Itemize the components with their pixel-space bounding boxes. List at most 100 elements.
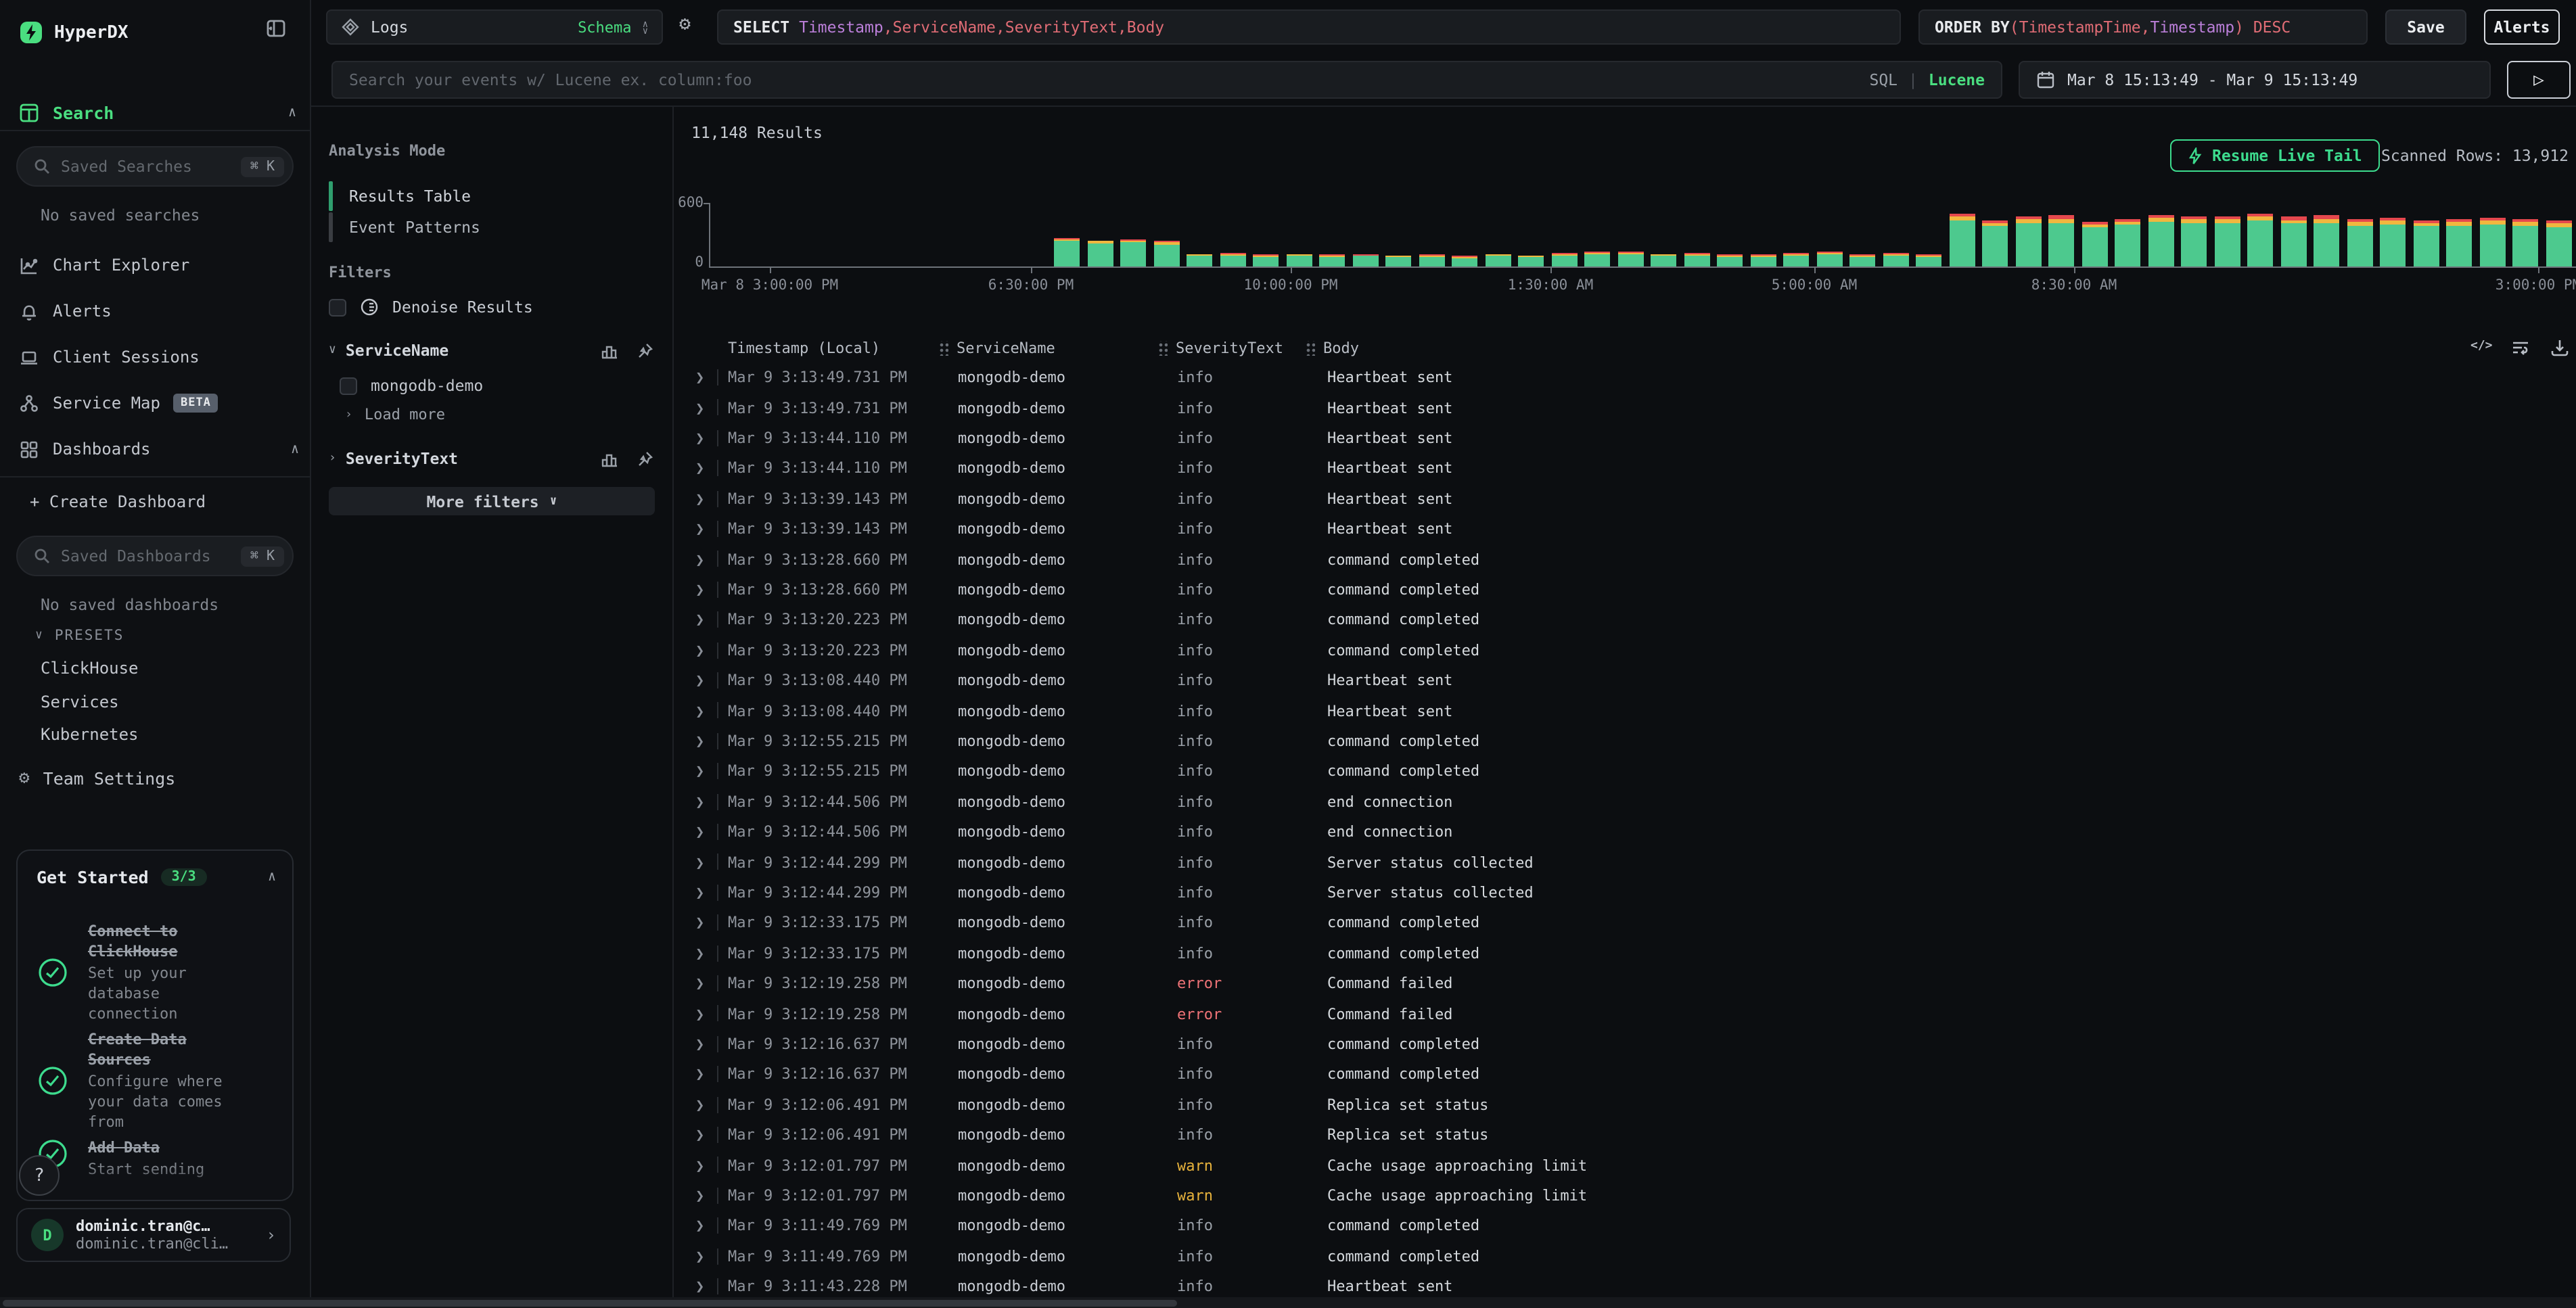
log-row[interactable]: ❯Mar 9 3:13:49.731 PMmongodb-demoinfoHea… [674,393,2576,423]
wrap-lines-icon[interactable] [2511,338,2530,357]
drag-handle-icon[interactable] [939,341,948,356]
histogram-bar[interactable] [2347,219,2372,266]
source-select[interactable]: Logs Schema ∧∨ [326,9,663,45]
create-dashboard-button[interactable]: + Create Dashboard [30,492,206,511]
sidebar-item-team-settings[interactable]: ⚙ Team Settings [19,768,175,789]
save-button[interactable]: Save [2385,9,2466,45]
lucene-mode-toggle[interactable]: Lucene [1929,70,1985,89]
expand-row-icon[interactable]: ❯ [695,1187,704,1205]
expand-row-icon[interactable]: ❯ [695,1035,704,1053]
expand-row-icon[interactable]: ❯ [695,581,704,599]
expand-row-icon[interactable]: ❯ [695,1278,704,1295]
histogram-bar[interactable] [2413,220,2439,266]
log-row[interactable]: ❯Mar 9 3:13:08.440 PMmongodb-demoinfoHea… [674,665,2576,696]
log-row[interactable]: ❯Mar 9 3:12:19.258 PMmongodb-demoerrorCo… [674,999,2576,1029]
histogram-bar[interactable] [2115,218,2140,266]
preset-item-clickhouse[interactable]: ClickHouse [41,659,139,678]
histogram-bar[interactable] [2148,215,2174,266]
histogram-bar[interactable] [1849,255,1875,266]
log-row[interactable]: ❯Mar 9 3:12:44.506 PMmongodb-demoinfoend… [674,817,2576,847]
saved-searches-input[interactable] [61,157,230,176]
histogram-bar[interactable] [1617,252,1643,266]
saved-dashboards-search[interactable]: ⌘ K [16,536,294,576]
histogram-bar[interactable] [1485,254,1511,266]
sidebar-item-search[interactable]: Search ∧ [19,95,296,130]
collapse-sidebar-icon[interactable] [265,18,287,39]
histogram-bar[interactable] [2015,216,2041,266]
histogram-bar[interactable] [1187,254,1212,266]
expand-row-icon[interactable]: ❯ [695,611,704,629]
log-row[interactable]: ❯Mar 9 3:13:08.440 PMmongodb-demoinfoHea… [674,696,2576,726]
histogram-bar[interactable] [1982,220,2008,266]
log-row[interactable]: ❯Mar 9 3:13:39.143 PMmongodb-demoinfoHea… [674,484,2576,514]
histogram-bar[interactable] [2247,214,2273,266]
expand-row-icon[interactable]: ❯ [695,1217,704,1235]
expand-row-icon[interactable]: ❯ [695,975,704,992]
histogram-bar[interactable] [2446,219,2472,266]
log-row[interactable]: ❯Mar 9 3:12:33.175 PMmongodb-demoinfocom… [674,938,2576,968]
denoise-checkbox[interactable] [329,298,346,316]
expand-row-icon[interactable]: ❯ [695,732,704,750]
column-header-servicename[interactable]: ServiceName [939,340,1055,357]
source-settings-gear-icon[interactable]: ⚙ [679,14,691,35]
histogram-bar[interactable] [1352,254,1378,266]
get-started-item[interactable]: Create Data Sources Configure where your… [37,1029,273,1132]
expand-row-icon[interactable]: ❯ [695,1066,704,1083]
histogram-bar[interactable] [1286,254,1312,266]
horizontal-scrollbar[interactable] [0,1297,2576,1308]
select-clause-input[interactable]: SELECT Timestamp ,ServiceName,SeverityTe… [717,9,1901,45]
sidebar-item-dashboards[interactable]: Dashboards ∧ [19,433,299,465]
expand-row-icon[interactable]: ❯ [695,1126,704,1144]
log-row[interactable]: ❯Mar 9 3:13:49.731 PMmongodb-demoinfoHea… [674,363,2576,393]
expand-row-icon[interactable]: ❯ [695,672,704,689]
log-row[interactable]: ❯Mar 9 3:12:44.299 PMmongodb-demoinfoSer… [674,878,2576,908]
sidebar-item-chart-explorer[interactable]: Chart Explorer [19,249,299,281]
help-button[interactable]: ? [19,1155,60,1196]
event-search-input[interactable] [333,62,2001,97]
resume-live-tail-button[interactable]: Resume Live Tail [2170,139,2380,172]
order-by-input[interactable]: ORDER BY (TimestampTime, Timestamp ) DES… [1918,9,2368,45]
user-menu[interactable]: D dominic.tran@c… dominic.tran@cli… › [16,1208,291,1262]
saved-dashboards-input[interactable] [61,546,230,565]
log-row[interactable]: ❯Mar 9 3:13:44.110 PMmongodb-demoinfoHea… [674,453,2576,484]
log-row[interactable]: ❯Mar 9 3:12:19.258 PMmongodb-demoerrorCo… [674,968,2576,999]
histogram-bar[interactable] [1452,256,1477,266]
histogram-bar[interactable] [1153,241,1179,266]
histogram-bar[interactable] [1518,256,1544,266]
pin-icon[interactable] [636,342,653,359]
run-query-button[interactable]: ▷ [2507,61,2571,99]
log-row[interactable]: ❯Mar 9 3:11:49.769 PMmongodb-demoinfocom… [674,1241,2576,1271]
histogram-bar[interactable] [2214,216,2240,266]
histogram-bar[interactable] [1949,213,1975,266]
expand-row-icon[interactable]: ❯ [695,793,704,811]
log-row[interactable]: ❯Mar 9 3:12:06.491 PMmongodb-demoinfoRep… [674,1120,2576,1150]
log-row[interactable]: ❯Mar 9 3:12:44.299 PMmongodb-demoinfoSer… [674,847,2576,878]
log-row[interactable]: ❯Mar 9 3:12:16.637 PMmongodb-demoinfocom… [674,1029,2576,1060]
column-header-body[interactable]: Body [1306,340,1359,357]
code-view-icon[interactable]: </> [2470,340,2493,353]
column-header-timestamp[interactable]: Timestamp (Local) [728,340,880,357]
preset-item-kubernetes[interactable]: Kubernetes [41,725,139,744]
presets-section-toggle[interactable]: ∨ PRESETS [35,628,124,644]
events-histogram[interactable]: Mar 8 3:00:00 PM6:30:00 PM10:00:00 PM1:3… [709,203,2576,268]
log-row[interactable]: ❯Mar 9 3:12:44.506 PMmongodb-demoinfoend… [674,787,2576,817]
histogram-bar[interactable] [1717,255,1743,266]
histogram-bar[interactable] [1584,252,1610,266]
expand-row-icon[interactable]: ❯ [695,914,704,932]
chart-filter-icon[interactable] [601,342,618,359]
log-row[interactable]: ❯Mar 9 3:12:55.215 PMmongodb-demoinfocom… [674,756,2576,787]
load-more-button[interactable]: › Load more [345,406,445,423]
log-row[interactable]: ❯Mar 9 3:12:33.175 PMmongodb-demoinfocom… [674,908,2576,938]
expand-row-icon[interactable]: ❯ [695,823,704,841]
servicename-value-checkbox[interactable] [340,377,357,394]
expand-row-icon[interactable]: ❯ [695,490,704,508]
sidebar-item-client-sessions[interactable]: Client Sessions [19,341,299,373]
histogram-bar[interactable] [1551,253,1577,266]
histogram-bar[interactable] [2181,216,2207,266]
expand-row-icon[interactable]: ❯ [695,460,704,477]
histogram-bar[interactable] [2082,222,2107,267]
drag-handle-icon[interactable] [1158,341,1168,356]
alerts-button[interactable]: Alerts [2484,9,2560,45]
column-header-severitytext[interactable]: SeverityText [1158,340,1283,357]
log-row[interactable]: ❯Mar 9 3:13:44.110 PMmongodb-demoinfoHea… [674,423,2576,454]
